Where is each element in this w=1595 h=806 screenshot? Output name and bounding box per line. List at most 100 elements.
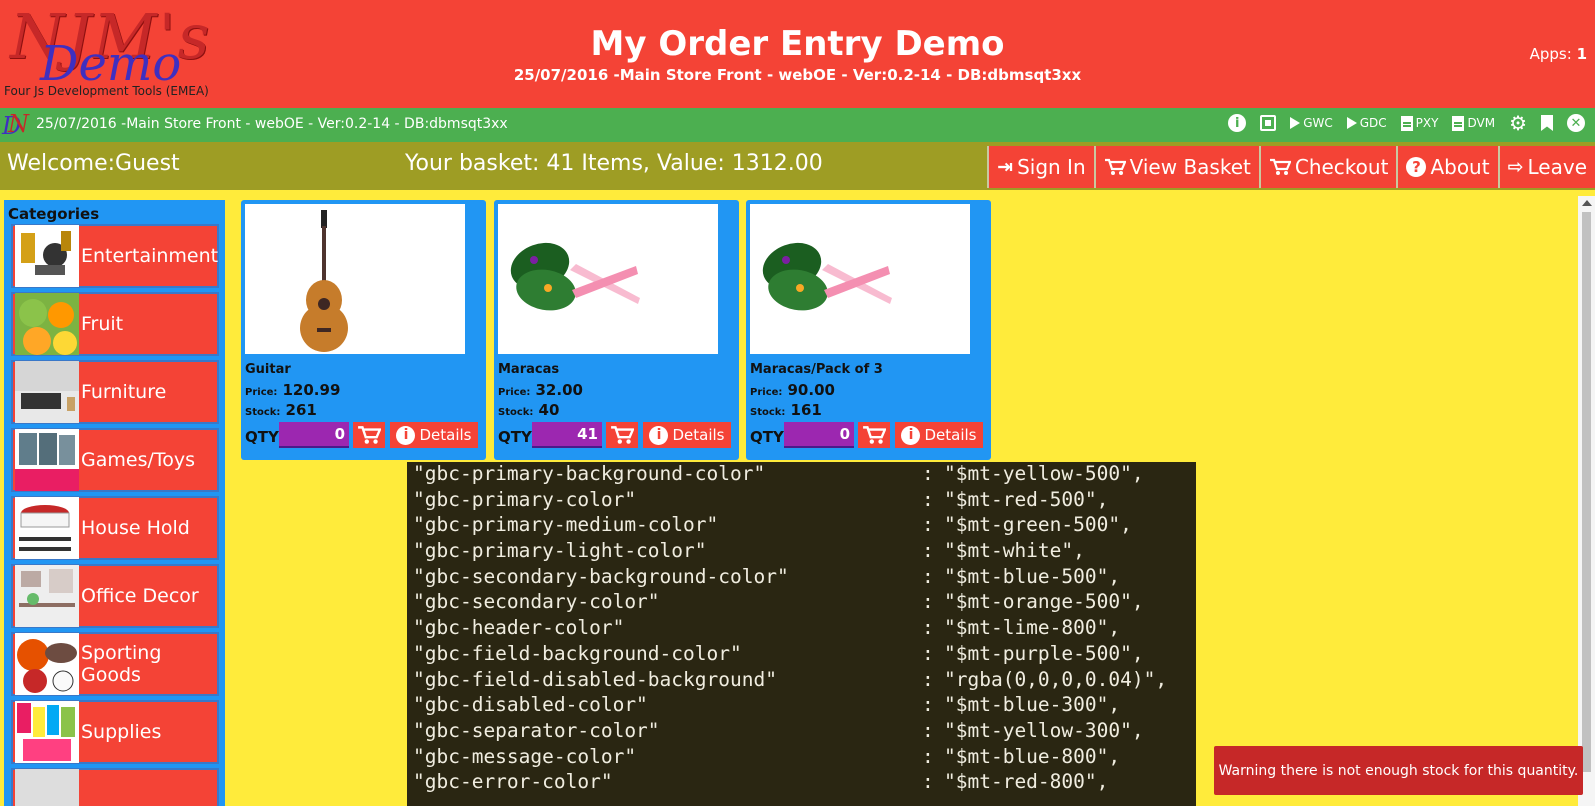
code-value: "$mt-purple-500", <box>944 641 1144 665</box>
sidebar-item-more[interactable] <box>11 768 219 806</box>
code-colon: : <box>922 667 934 691</box>
code-colon: : <box>922 487 934 511</box>
sporting-goods-thumbnail <box>15 633 79 695</box>
details-button[interactable]: i Details <box>643 422 731 448</box>
code-key: "gbc-error-color" <box>413 770 613 794</box>
apps-count: Apps: 1 <box>1530 45 1587 63</box>
bookmark-button[interactable] <box>1541 115 1553 131</box>
sidebar-item-label: Furniture <box>81 381 167 403</box>
settings-button[interactable]: ⚙ <box>1509 113 1527 133</box>
code-key: "gbc-disabled-color" <box>413 693 648 717</box>
product-stock: Stock: 161 <box>750 400 822 419</box>
sign-in-button[interactable]: ⇥ Sign In <box>987 146 1094 188</box>
sidebar-item-furniture[interactable]: Furniture <box>11 360 219 424</box>
gdc-label: GDC <box>1359 116 1387 130</box>
info-icon: i <box>901 425 921 445</box>
code-colon: : <box>922 539 934 563</box>
sidebar-item-house-hold[interactable]: House Hold <box>11 496 219 560</box>
product-price: Price: 90.00 <box>750 380 835 399</box>
price-value: 90.00 <box>787 381 835 399</box>
product-image[interactable] <box>498 204 718 354</box>
sidebar-item-label: House Hold <box>81 517 190 539</box>
code-colon: : <box>922 641 934 665</box>
price-value: 32.00 <box>535 381 583 399</box>
details-button[interactable]: i Details <box>390 422 478 448</box>
code-value: "$mt-green-500", <box>944 513 1132 537</box>
close-button[interactable]: ✕ <box>1567 114 1585 132</box>
add-to-cart-button[interactable] <box>858 422 890 448</box>
toolbar-info: 25/07/2016 -Main Store Front - webOE - V… <box>36 116 508 132</box>
code-line: "gbc-primary-light-color": "$mt-white", <box>413 539 1190 565</box>
sidebar-item-sporting-goods[interactable]: Sporting Goods <box>11 632 219 696</box>
sign-in-label: Sign In <box>1017 155 1086 179</box>
welcome-text: Welcome:Guest <box>7 151 180 176</box>
qty-label: QTY: <box>750 428 789 446</box>
toolbar-tools: i GWC GDC PXY DVM ⚙ ✕ <box>1228 113 1585 133</box>
gwc-button[interactable]: GWC <box>1290 116 1333 130</box>
code-colon: : <box>922 616 934 640</box>
add-to-cart-button[interactable] <box>353 422 385 448</box>
leave-button[interactable]: ⇨ Leave <box>1497 146 1595 188</box>
scrollbar-thumb[interactable] <box>1582 212 1591 772</box>
page-subtitle: 25/07/2016 -Main Store Front - webOE - V… <box>513 66 1082 84</box>
vertical-scrollbar[interactable] <box>1578 196 1595 806</box>
pxy-button[interactable]: PXY <box>1400 115 1438 131</box>
guitar-image <box>300 210 348 352</box>
chip-icon <box>1260 115 1277 131</box>
sidebar-item-fruit[interactable]: Fruit <box>11 292 219 356</box>
qty-input[interactable]: 0 <box>784 422 854 448</box>
qty-input[interactable]: 41 <box>532 422 602 448</box>
maracas-image <box>510 242 640 311</box>
sidebar-item-entertainment[interactable]: Entertainment <box>11 224 219 288</box>
code-key: "gbc-field-disabled-background" <box>413 667 777 691</box>
code-line: "gbc-message-color": "$mt-blue-800", <box>413 745 1190 771</box>
checkout-label: Checkout <box>1294 155 1389 179</box>
sidebar-item-supplies[interactable]: Supplies <box>11 700 219 764</box>
gdc-button[interactable]: GDC <box>1346 116 1387 130</box>
scroll-up-icon[interactable] <box>1582 200 1592 206</box>
code-line: "gbc-header-color": "$mt-lime-800", <box>413 616 1190 642</box>
qty-label: QTY: <box>245 428 284 446</box>
product-image[interactable] <box>750 204 970 354</box>
product-stock: Stock: 261 <box>245 400 317 419</box>
code-line: "gbc-field-background-color": "$mt-purple… <box>413 642 1190 668</box>
code-colon: : <box>922 770 934 794</box>
cart-icon <box>863 426 886 444</box>
product-image[interactable] <box>245 204 465 354</box>
about-button[interactable]: ? About <box>1396 146 1498 188</box>
checkout-button[interactable]: Checkout <box>1258 146 1397 188</box>
details-label: Details <box>419 426 472 444</box>
add-to-cart-button[interactable] <box>606 422 638 448</box>
code-colon: : <box>922 590 934 614</box>
bookmark-icon <box>1541 115 1553 131</box>
gwc-label: GWC <box>1303 116 1333 130</box>
sidebar-item-games-toys[interactable]: Games/Toys <box>11 428 219 492</box>
basket-summary: Your basket: 41 Items, Value: 1312.00 <box>405 151 823 176</box>
code-line: "gbc-secondary-color": "$mt-orange-500", <box>413 590 1190 616</box>
code-line: "gbc-error-color": "$mt-red-800", <box>413 770 1190 796</box>
sidebar-item-label: Fruit <box>81 313 124 335</box>
code-value: "$mt-blue-800", <box>944 744 1121 768</box>
sidebar-item-label: Sporting Goods <box>81 642 162 686</box>
toolbar: ND 25/07/2016 -Main Store Front - webOE … <box>0 108 1595 142</box>
details-button[interactable]: i Details <box>895 422 983 448</box>
stock-label: Stock: <box>750 407 786 418</box>
product-name: Maracas/Pack of 3 <box>750 362 883 377</box>
cart-icon <box>358 426 381 444</box>
question-icon: ? <box>1406 157 1427 177</box>
qty-input[interactable]: 0 <box>279 422 349 448</box>
leave-label: Leave <box>1527 155 1588 179</box>
code-key: "gbc-message-color" <box>413 744 637 768</box>
info-button[interactable]: i <box>1228 114 1247 132</box>
warning-toast: Warning there is not enough stock for th… <box>1214 746 1583 795</box>
sidebar-item-office-decor[interactable]: Office Decor <box>11 564 219 628</box>
dvm-button[interactable]: DVM <box>1452 115 1495 131</box>
view-basket-button[interactable]: View Basket <box>1093 146 1259 188</box>
sidebar-item-label: Entertainment <box>81 245 219 267</box>
about-label: About <box>1430 155 1490 179</box>
play-icon <box>1290 117 1301 129</box>
app-header: NJM's Demo Four Js Development Tools (EM… <box>0 0 1595 108</box>
chip-button[interactable] <box>1260 115 1277 131</box>
code-value: "$mt-white", <box>944 539 1085 563</box>
code-line: "gbc-separator-color": "$mt-yellow-300", <box>413 719 1190 745</box>
